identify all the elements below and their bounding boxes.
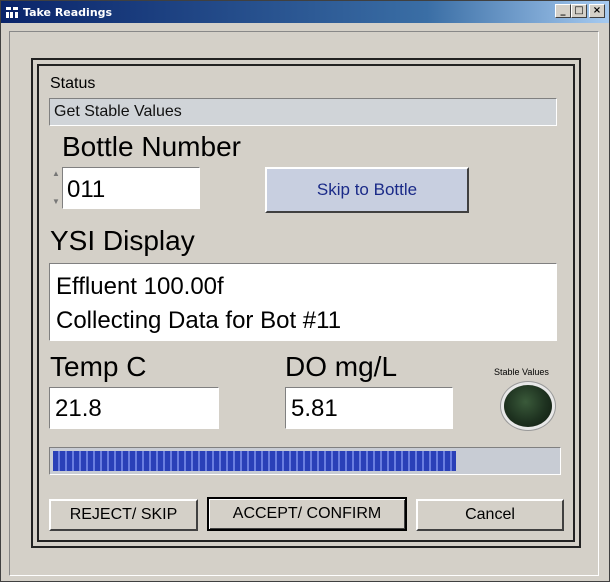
minimize-icon: _	[560, 5, 566, 16]
title-bar[interactable]: Take Readings _ □ ×	[1, 1, 609, 23]
window-controls: _ □ ×	[555, 4, 605, 18]
maximize-button[interactable]: □	[571, 4, 587, 18]
status-indicator: Get Stable Values	[49, 98, 557, 126]
close-icon: ×	[592, 5, 602, 16]
labview-app-icon	[5, 5, 19, 19]
close-button[interactable]: ×	[589, 4, 605, 18]
ysi-display-box: Effluent 100.00f Collecting Data for Bot…	[49, 263, 557, 341]
do-label: DO mg/L	[285, 351, 398, 382]
decrement-arrow-icon[interactable]: ▼	[52, 197, 60, 206]
do-value-field: 5.81	[285, 387, 453, 429]
stable-values-led	[504, 385, 552, 427]
temp-value-field: 21.8	[49, 387, 219, 429]
progress-bar	[49, 447, 561, 475]
temp-label: Temp C	[50, 351, 147, 382]
minimize-button[interactable]: _	[555, 4, 571, 18]
maximize-icon: □	[574, 5, 584, 16]
progress-fill	[53, 451, 456, 471]
skip-to-bottle-button[interactable]: Skip to Bottle	[265, 167, 469, 213]
bottle-number-label: Bottle Number	[62, 131, 241, 162]
stable-values-label: Stable Values	[494, 367, 549, 377]
bottle-number-input[interactable]: 011	[62, 167, 200, 209]
ysi-line-2: Collecting Data for Bot #11	[56, 307, 342, 334]
bottle-number-spinner[interactable]: ▲ ▼	[50, 167, 62, 209]
increment-arrow-icon[interactable]: ▲	[52, 169, 60, 178]
take-readings-window: Take Readings _ □ × Status Get Stable Va…	[0, 0, 610, 582]
window-title: Take Readings	[23, 5, 113, 19]
accept-confirm-button[interactable]: ACCEPT/ CONFIRM	[207, 497, 407, 531]
ysi-display-label: YSI Display	[50, 225, 195, 256]
status-label: Status	[50, 75, 96, 92]
cancel-button[interactable]: Cancel	[416, 499, 564, 531]
reject-skip-button[interactable]: REJECT/ SKIP	[49, 499, 198, 531]
ysi-line-1: Effluent 100.00f	[56, 273, 224, 300]
